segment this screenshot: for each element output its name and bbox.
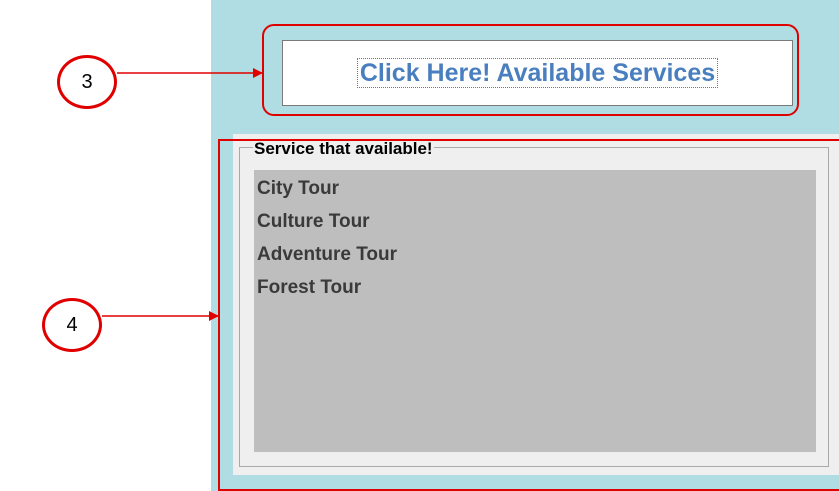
annotation-callout-3: 3 bbox=[57, 55, 117, 109]
annotation-callout-4: 4 bbox=[42, 298, 102, 352]
annotation-arrows bbox=[102, 68, 263, 321]
